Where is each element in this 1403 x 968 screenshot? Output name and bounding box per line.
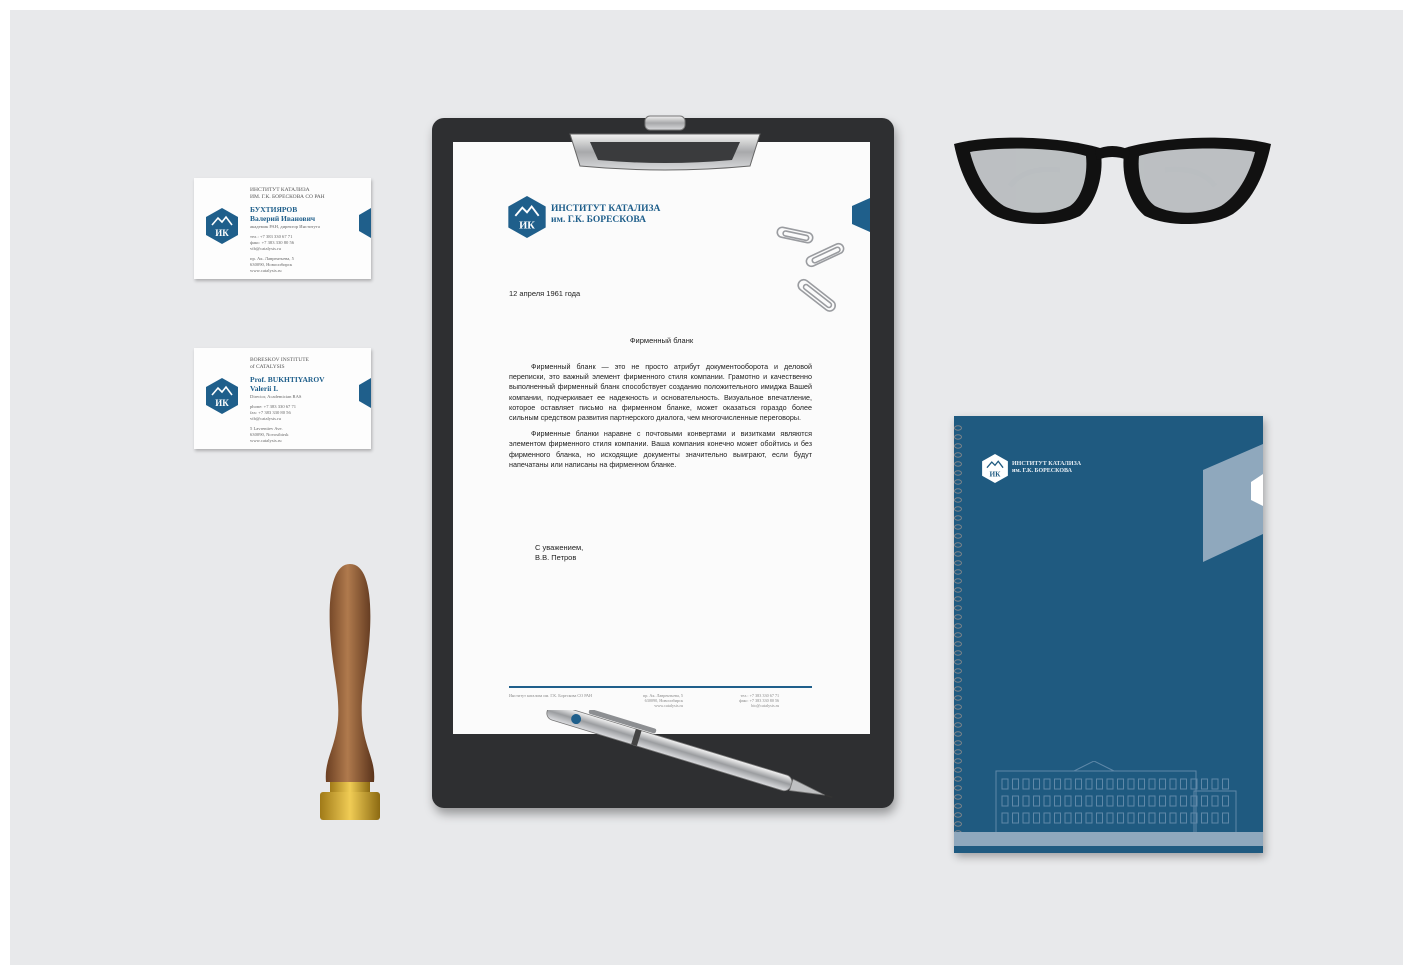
footer-web: www.catalysis.ru bbox=[654, 703, 684, 709]
logo-mark: ИК bbox=[519, 221, 535, 232]
letter-footer-rule bbox=[509, 686, 812, 688]
card-fax: факс: +7 383 330 80 56 bbox=[250, 240, 295, 245]
notebook-brand-name: ИНСТИТУТ КАТАЛИЗА им. Г.К. БОРЕСКОВА bbox=[1012, 461, 1081, 475]
card-tel: тел.: +7 383 330 67 71 bbox=[250, 234, 293, 239]
card-org-line2: ИМ. Г.К. БОРЕСКОВА СО РАН bbox=[250, 194, 325, 200]
business-card-english: ИК BORESKOV INSTITUTE of CATALYSIS Prof.… bbox=[194, 348, 371, 449]
card-address2: 630090, Новосибирск bbox=[250, 262, 293, 267]
rubber-stamp bbox=[320, 564, 380, 820]
logo-mark: ИК bbox=[215, 228, 229, 238]
letter-body: Фирменный бланк — это не просто атрибут … bbox=[509, 362, 812, 476]
card-web: www.catalysis.ru bbox=[250, 268, 282, 273]
letter-date: 12 апреля 1961 года bbox=[509, 289, 581, 298]
paperclips-icon bbox=[776, 226, 845, 312]
card-email: vib@catalysis.ru bbox=[250, 416, 281, 421]
notebook-spiral bbox=[954, 425, 962, 836]
card-org-line1: BORESKOV INSTITUTE bbox=[250, 357, 310, 363]
card-tel: phone: +7 383 330 67 71 bbox=[250, 404, 297, 409]
card-position: Director, Academician RAS bbox=[250, 394, 302, 399]
card-org-line1: ИНСТИТУТ КАТАЛИЗА bbox=[250, 187, 310, 193]
card-web: www.catalysis.ru bbox=[250, 438, 282, 443]
notebook-bottom-band bbox=[954, 832, 1263, 846]
card-fax: fax: +7 383 330 80 56 bbox=[250, 410, 291, 415]
card-surname: Prof. BUKHTIYAROV bbox=[250, 375, 325, 384]
letter-brand-name: ИНСТИТУТ КАТАЛИЗА им. Г.К. БОРЕСКОВА bbox=[551, 204, 660, 226]
pen-icon bbox=[546, 710, 833, 799]
logo-mark: ИК bbox=[215, 398, 229, 408]
card-address1: 5 Lavrentiev Ave. bbox=[250, 426, 283, 431]
letter-signature-block: С уважением, В.В. Петров bbox=[535, 543, 583, 563]
letterhead-sheet: ИК ИНСТИТУТ КАТАЛИЗА им. Г.К. БОРЕСКОВА … bbox=[453, 142, 870, 734]
letter-closing: С уважением, bbox=[535, 543, 584, 552]
spiral-notebook: ИК ИНСТИТУТ КАТАЛИЗА им. Г.К. БОРЕСКОВА bbox=[954, 416, 1263, 853]
notebook-brand-line1: ИНСТИТУТ КАТАЛИЗА bbox=[1012, 461, 1082, 467]
logo-mark: ИК bbox=[990, 471, 1002, 479]
building-illustration bbox=[995, 761, 1237, 834]
footer-email: bic@catalysis.ru bbox=[751, 703, 780, 709]
institute-logo-icon: ИК bbox=[206, 378, 238, 414]
letter-brand-line2: им. Г.К. БОРЕСКОВА bbox=[551, 214, 646, 225]
card-org-line2: of CATALYSIS bbox=[250, 364, 285, 370]
institute-logo-icon: ИК bbox=[508, 196, 546, 238]
letter-footer-contacts: тел.: +7 383 330 67 71 факс: +7 383 330 … bbox=[739, 693, 779, 709]
card-given-name: Valerii I. bbox=[250, 384, 279, 393]
letter-brand-line1: ИНСТИТУТ КАТАЛИЗА bbox=[551, 204, 661, 214]
institute-logo-icon: ИК bbox=[982, 454, 1008, 483]
eyeglasses-icon bbox=[954, 137, 1271, 225]
notebook-corner-shape bbox=[1203, 444, 1263, 562]
card-surname: БУХТИЯРОВ bbox=[250, 205, 298, 214]
card-side-tab bbox=[359, 378, 371, 408]
card-email: vib@catalysis.ru bbox=[250, 246, 281, 251]
card-address2: 630090, Novosibirsk bbox=[250, 432, 289, 437]
letter-footer-org: Институт катализа им. Г.К. Борескова СО … bbox=[509, 693, 593, 698]
letter-paragraph-1: Фирменный бланк — это не просто атрибут … bbox=[509, 362, 812, 423]
clipboard-clip bbox=[569, 115, 761, 171]
card-address1: пр. Ак. Лаврентьева, 5 bbox=[250, 256, 294, 261]
letter-footer-address: пр. Ак. Лаврентьева, 5 630090, Новосибир… bbox=[643, 693, 683, 709]
letter-title: Фирменный бланк bbox=[629, 336, 694, 345]
letter-paragraph-2: Фирменные бланки наравне с почтовыми кон… bbox=[509, 429, 812, 469]
notebook-brand-line2: им. Г.К. БОРЕСКОВА bbox=[1012, 468, 1072, 475]
card-position: академик РАН, директор Института bbox=[250, 224, 320, 229]
card-given-name: Валерий Иванович bbox=[250, 214, 316, 223]
business-card-russian: ИК ИНСТИТУТ КАТАЛИЗА ИМ. Г.К. БОРЕСКОВА … bbox=[194, 178, 371, 279]
letter-signature: В.В. Петров bbox=[535, 553, 577, 562]
institute-logo-icon: ИК bbox=[206, 208, 238, 244]
card-side-tab bbox=[359, 208, 371, 238]
